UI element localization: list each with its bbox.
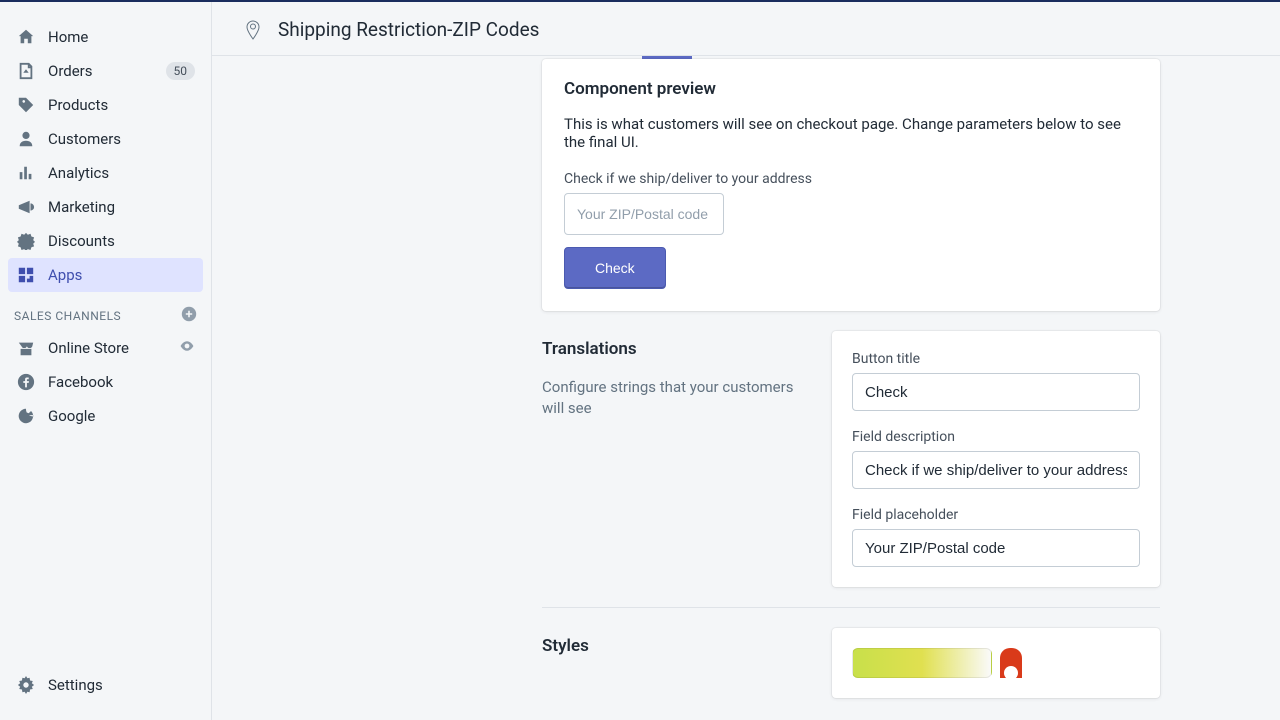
field-desc-input[interactable] [852, 451, 1140, 489]
sidebar-item-discounts[interactable]: Discounts [8, 224, 203, 258]
page-title: Shipping Restriction-ZIP Codes [278, 18, 539, 41]
page-header: Shipping Restriction-ZIP Codes [212, 2, 1280, 56]
sidebar-item-label: Analytics [48, 164, 109, 182]
sidebar-item-marketing[interactable]: Marketing [8, 190, 203, 224]
store-icon [16, 338, 36, 358]
orders-icon [16, 61, 36, 81]
sidebar-item-home[interactable]: Home [8, 20, 203, 54]
translations-subtext: Configure strings that your customers wi… [542, 377, 812, 419]
sidebar-item-label: Products [48, 96, 108, 114]
channel-google[interactable]: Google [8, 399, 203, 433]
eye-icon[interactable] [179, 338, 195, 358]
apps-icon [16, 265, 36, 285]
styles-section: Styles [542, 628, 1160, 698]
discount-icon [16, 231, 36, 251]
channel-online-store[interactable]: Online Store [8, 331, 203, 365]
sidebar-item-label: Settings [48, 676, 103, 694]
section-divider [542, 607, 1160, 608]
home-icon [16, 27, 36, 47]
person-icon [16, 129, 36, 149]
color-swatch[interactable] [1000, 648, 1022, 678]
orders-badge: 50 [166, 62, 196, 80]
sidebar-item-label: Orders [48, 62, 93, 80]
channel-label: Google [48, 407, 95, 425]
section-label: SALES CHANNELS [14, 309, 121, 323]
translations-section: Translations Configure strings that your… [542, 331, 1160, 587]
add-channel-icon[interactable] [181, 306, 197, 325]
channel-label: Facebook [48, 373, 113, 391]
sidebar-item-analytics[interactable]: Analytics [8, 156, 203, 190]
facebook-icon [16, 372, 36, 392]
preview-card: Component preview This is what customers… [542, 59, 1160, 311]
field-placeholder-input[interactable] [852, 529, 1140, 567]
styles-card [832, 628, 1160, 698]
translations-form: Button title Field description Field pla… [832, 331, 1160, 587]
sidebar-item-label: Discounts [48, 232, 115, 250]
translations-heading: Translations [542, 339, 812, 359]
check-button[interactable]: Check [564, 247, 666, 289]
sidebar-item-settings[interactable]: Settings [8, 668, 203, 702]
field-placeholder-label: Field placeholder [852, 507, 1140, 523]
content-scroll[interactable]: Component preview This is what customers… [212, 56, 1280, 720]
styles-heading: Styles [542, 636, 812, 656]
gradient-swatch[interactable] [852, 648, 992, 678]
sidebar-item-label: Home [48, 28, 88, 46]
sidebar-item-products[interactable]: Products [8, 88, 203, 122]
preview-heading: Component preview [564, 79, 1138, 99]
megaphone-icon [16, 197, 36, 217]
sidebar: Home Orders 50 Products Customers Analyt… [0, 2, 212, 720]
sales-channels-header: SALES CHANNELS [0, 292, 211, 331]
google-icon [16, 406, 36, 426]
button-title-label: Button title [852, 351, 1140, 367]
channel-facebook[interactable]: Facebook [8, 365, 203, 399]
preview-field-label: Check if we ship/deliver to your address [564, 171, 1138, 187]
sidebar-item-label: Apps [48, 266, 82, 284]
channel-label: Online Store [48, 339, 129, 357]
field-desc-label: Field description [852, 429, 1140, 445]
preview-description: This is what customers will see on check… [564, 115, 1138, 151]
main-content: Shipping Restriction-ZIP Codes Component… [212, 2, 1280, 720]
sidebar-item-customers[interactable]: Customers [8, 122, 203, 156]
sidebar-item-label: Marketing [48, 198, 115, 216]
zip-input[interactable] [564, 193, 724, 235]
map-pin-icon [242, 19, 264, 41]
gear-icon [16, 675, 36, 695]
tag-icon [16, 95, 36, 115]
sidebar-item-orders[interactable]: Orders 50 [8, 54, 203, 88]
button-title-input[interactable] [852, 373, 1140, 411]
analytics-icon [16, 163, 36, 183]
sidebar-item-apps[interactable]: Apps [8, 258, 203, 292]
sidebar-item-label: Customers [48, 130, 121, 148]
